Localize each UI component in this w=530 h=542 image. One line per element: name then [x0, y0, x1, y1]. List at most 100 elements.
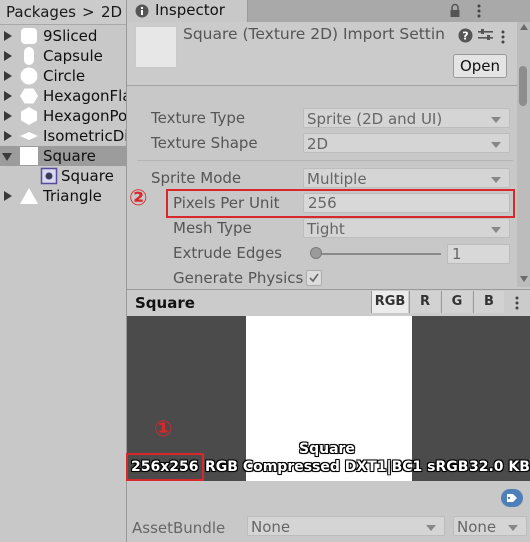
- generate-physics-checkbox[interactable]: [306, 270, 322, 286]
- annotation-number-1: ①: [154, 417, 173, 442]
- asset-bundle-variant-value: None: [457, 518, 497, 536]
- svg-text:?: ?: [462, 30, 468, 43]
- help-icon[interactable]: ?: [458, 28, 473, 43]
- tree-item-label: 9Sliced: [43, 27, 98, 45]
- tree-item-hexagon-flat[interactable]: HexagonFla: [0, 86, 126, 106]
- breadcrumb-2d[interactable]: 2D: [101, 3, 122, 21]
- channel-g-button[interactable]: G: [441, 291, 472, 313]
- tree-item-isometric-diamond[interactable]: IsometricDia: [0, 126, 126, 146]
- channel-rgb-button[interactable]: RGB: [371, 291, 408, 313]
- preview-toolbar: Square RGB R G B: [127, 289, 530, 317]
- extrude-edges-label: Extrude Edges: [173, 244, 282, 262]
- asset-bundle-dropdown[interactable]: None: [247, 516, 445, 536]
- collapse-arrow-icon[interactable]: [2, 153, 12, 161]
- expand-arrow-icon[interactable]: [4, 191, 12, 201]
- inspector-tab-bar: Inspector: [127, 0, 530, 22]
- texture-shape-value: 2D: [307, 135, 329, 153]
- texture-type-label: Texture Type: [151, 109, 246, 127]
- tree-item-square[interactable]: Square: [0, 146, 126, 166]
- checkmark-icon: [309, 273, 319, 283]
- sprite-mode-value: Multiple: [307, 170, 367, 188]
- tree-item-label: Square: [61, 167, 114, 185]
- scrollbar-thumb[interactable]: [519, 66, 527, 106]
- section-divider: [137, 160, 513, 161]
- header-title: Square (Texture 2D) Import Settin: [183, 25, 446, 43]
- dropdown-caret-icon: [491, 117, 501, 123]
- tree-item-triangle[interactable]: Triangle: [0, 186, 126, 206]
- mesh-type-dropdown[interactable]: Tight: [303, 218, 510, 238]
- inspector-scrollbar[interactable]: [517, 22, 530, 287]
- expand-arrow-icon[interactable]: [4, 51, 12, 61]
- tree-item-label: Square: [43, 147, 96, 165]
- preset-sliders-icon[interactable]: [478, 28, 493, 42]
- capsule-shape-icon: [24, 47, 34, 65]
- tree-item-9sliced[interactable]: 9Sliced: [0, 26, 126, 46]
- info-icon: [135, 4, 149, 18]
- sprite-mode-label: Sprite Mode: [151, 169, 242, 187]
- expand-arrow-icon[interactable]: [4, 71, 12, 81]
- tree-item-capsule[interactable]: Capsule: [0, 46, 126, 66]
- texture-shape-label: Texture Shape: [151, 134, 258, 152]
- extrude-edges-field[interactable]: 1: [447, 244, 510, 264]
- dropdown-caret-icon: [508, 525, 518, 531]
- kebab-menu-icon[interactable]: [476, 4, 482, 18]
- hexagon-flat-shape-icon: [20, 88, 38, 104]
- scroll-down-arrow-icon[interactable]: [520, 276, 528, 282]
- tree-item-label: IsometricDia: [43, 127, 126, 145]
- asset-bundle-bar: AssetBundle None None: [127, 481, 530, 542]
- label-tag-icon[interactable]: [501, 489, 523, 507]
- tree-item-label: HexagonPo: [43, 107, 127, 125]
- annotation-box-dimensions: [126, 453, 204, 481]
- breadcrumb-packages[interactable]: Packages: [6, 3, 76, 21]
- preview-format-info: RGB Compressed DXT1|BC1 sRGB: [205, 459, 469, 475]
- extrude-edges-slider-handle[interactable]: [310, 247, 322, 259]
- preview-image-name: Square: [299, 441, 355, 457]
- sprite-mode-dropdown[interactable]: Multiple: [303, 168, 510, 188]
- asset-bundle-label: AssetBundle: [132, 519, 226, 537]
- tab-inspector[interactable]: Inspector: [127, 0, 248, 22]
- rounded-square-shape-icon: [21, 28, 37, 44]
- annotation-box-pixels-per-unit: [166, 189, 515, 218]
- asset-bundle-value: None: [251, 518, 291, 536]
- mesh-type-label: Mesh Type: [173, 219, 252, 237]
- channel-b-button[interactable]: B: [473, 291, 504, 313]
- asset-thumbnail: [135, 26, 177, 68]
- tree-item-square-sprite[interactable]: Square: [0, 166, 126, 186]
- context-menu-icon[interactable]: [500, 30, 506, 44]
- annotation-number-2: ②: [129, 186, 148, 211]
- lock-icon[interactable]: [449, 3, 461, 19]
- generate-physics-label: Generate Physics: [173, 269, 304, 287]
- texture-type-value: Sprite (2D and UI): [307, 110, 443, 128]
- expand-arrow-icon[interactable]: [4, 31, 12, 41]
- expand-arrow-icon[interactable]: [4, 131, 12, 141]
- preview-title: Square: [135, 294, 195, 312]
- tab-inspector-label: Inspector: [155, 1, 225, 19]
- channel-r-button[interactable]: R: [409, 291, 440, 313]
- expand-arrow-icon[interactable]: [4, 111, 12, 121]
- dropdown-caret-icon: [491, 142, 501, 148]
- texture-shape-dropdown[interactable]: 2D: [303, 133, 510, 153]
- dropdown-caret-icon: [491, 227, 501, 233]
- breadcrumb: Packages > 2D: [0, 0, 126, 25]
- breadcrumb-separator: >: [82, 3, 95, 21]
- scroll-up-arrow-icon[interactable]: [520, 24, 528, 30]
- preview-menu-icon[interactable]: [514, 296, 520, 310]
- texture-type-dropdown[interactable]: Sprite (2D and UI): [303, 108, 510, 128]
- tree-item-circle[interactable]: Circle: [0, 66, 126, 86]
- mesh-type-value: Tight: [307, 220, 345, 238]
- circle-shape-icon: [20, 67, 38, 85]
- dropdown-caret-icon: [426, 525, 436, 531]
- tree-item-hexagon-pointed[interactable]: HexagonPo: [0, 106, 126, 126]
- tree-item-label: HexagonFla: [43, 87, 127, 105]
- tree-item-label: Circle: [43, 67, 86, 85]
- asset-bundle-variant-dropdown[interactable]: None: [453, 516, 527, 536]
- diamond-shape-icon: [20, 132, 38, 140]
- square-shape-icon: [20, 147, 38, 165]
- dropdown-caret-icon: [491, 177, 501, 183]
- expand-arrow-icon[interactable]: [4, 91, 12, 101]
- tree-item-label: Triangle: [43, 187, 102, 205]
- extrude-edges-slider-track[interactable]: [311, 253, 441, 255]
- open-button[interactable]: Open: [453, 54, 507, 78]
- hexagon-pointed-shape-icon: [21, 107, 37, 125]
- sprite-icon: [40, 167, 58, 185]
